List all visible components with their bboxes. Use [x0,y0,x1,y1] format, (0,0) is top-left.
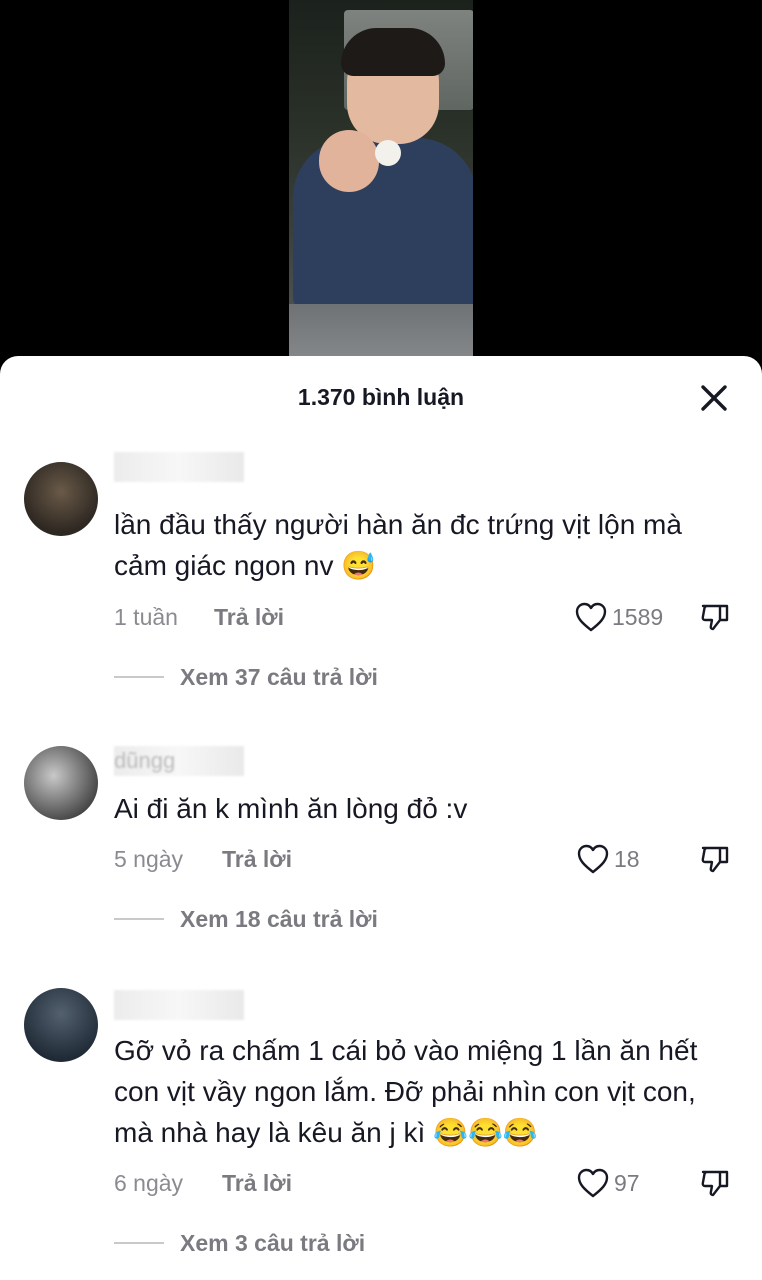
comment-username[interactable] [114,990,244,1020]
avatar[interactable] [24,988,98,1062]
video-frame [289,0,473,380]
comment-item: Gỡ vỏ ra chấm 1 cái bỏ vào miệng 1 lần ă… [0,356,762,1280]
comment-time: 6 ngày [114,1170,184,1196]
comment-text: Gỡ vỏ ra chấm 1 cái bỏ vào miệng 1 lần ă… [114,1030,722,1153]
dislike-button[interactable] [698,1166,732,1200]
replies-divider [114,1242,164,1244]
reply-button[interactable]: Trả lời [222,1166,292,1200]
heart-icon [577,1168,609,1198]
comments-sheet: 1.370 bình luận lần đầu thấy người hàn ă… [0,356,762,1280]
person-hair [341,28,445,76]
person-hand [319,130,379,192]
comment-text-content: Gỡ vỏ ra chấm 1 cái bỏ vào miệng 1 lần ă… [114,1035,698,1148]
thumbs-down-icon [701,1170,729,1197]
comment-meta: 6 ngày Trả lời 97 [114,1166,732,1200]
video-player[interactable] [0,0,762,380]
view-replies-label: Xem 3 câu trả lời [180,1229,366,1256]
like-count: 97 [614,1169,640,1196]
like-button[interactable]: 97 [576,1166,640,1200]
egg-cup [375,140,401,166]
view-replies-button[interactable]: Xem 3 câu trả lời [114,1226,365,1260]
